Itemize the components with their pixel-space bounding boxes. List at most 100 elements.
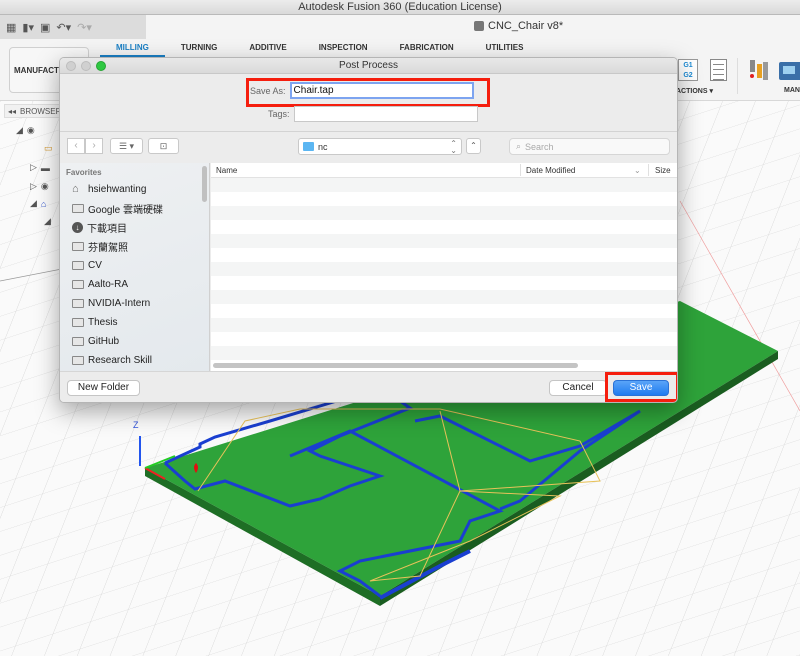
folder-icon: ▬ (40, 162, 50, 173)
close-button[interactable] (66, 61, 76, 71)
tool-library-icon[interactable] (748, 58, 770, 82)
folder-icon (72, 203, 84, 213)
sidebar-item-downloads[interactable]: ↓ 下載項目 (72, 220, 127, 235)
save-button[interactable]: Save (613, 380, 669, 396)
updown-chevron-icon: ⌃ ⌄ (450, 139, 457, 155)
sidebar-item-google-drive[interactable]: Google 雲端硬碟 (72, 201, 163, 216)
empty-row (211, 206, 677, 220)
component-icon (474, 21, 484, 31)
document-tab[interactable]: CNC_Chair v8* (474, 20, 563, 32)
machine-library-icon[interactable] (779, 62, 800, 80)
download-icon: ↓ (72, 221, 83, 233)
manage-menu[interactable]: MANAGE (784, 87, 800, 94)
sidebar-item-label: Research Skill (88, 354, 152, 366)
undo-icon[interactable]: ↶▾ (56, 21, 71, 34)
empty-row (211, 248, 677, 262)
minimize-button[interactable] (81, 61, 91, 71)
sidebar-item-label: NVIDIA-Intern (88, 297, 151, 309)
expand-icon[interactable]: ◢ (44, 216, 51, 227)
file-icon[interactable]: ▮▾ (22, 21, 34, 34)
ribbon-separator (737, 58, 738, 94)
empty-row (211, 178, 677, 192)
new-folder-icon-button[interactable]: ⊡ (148, 138, 179, 154)
view-options-button[interactable]: ☰ ▾ (110, 138, 143, 154)
sidebar-item-hsiehwanting[interactable]: ⌂ hsiehwanting (72, 182, 146, 196)
zoom-button[interactable] (96, 61, 106, 71)
document-settings-icon: ▭ (44, 143, 53, 153)
search-field[interactable]: ⌕ (509, 138, 670, 155)
forward-button[interactable]: › (85, 138, 103, 154)
sidebar-item-label: GitHub (88, 335, 120, 347)
sidebar-item-label: Aalto-RA (88, 278, 129, 290)
tab-milling[interactable]: MILLING (100, 39, 165, 57)
cancel-button[interactable]: Cancel (549, 380, 607, 396)
back-button[interactable]: ‹ (67, 138, 85, 154)
redo-icon[interactable]: ↷▾ (77, 21, 92, 34)
new-folder-button[interactable]: New Folder (67, 380, 140, 396)
sidebar-item-label: 下載項目 (87, 223, 127, 235)
sidebar-item-aalto-ra[interactable]: Aalto-RA (72, 277, 128, 291)
post-process-dialog: Post Process Save As: Tags: ‹ › ☰ ▾ ⊡ nc… (59, 57, 678, 403)
tab-additive[interactable]: ADDITIVE (233, 39, 302, 57)
home-icon: ⌂ (72, 182, 79, 195)
tree-row-root[interactable]: ◢ ◉ (16, 125, 35, 136)
tab-utilities[interactable]: UTILITIES (470, 39, 540, 57)
tab-turning[interactable]: TURNING (165, 39, 233, 57)
folder-icon (72, 279, 84, 289)
column-divider[interactable] (648, 164, 649, 176)
expand-icon[interactable]: ◢ (30, 198, 37, 209)
sidebar-item-finland-license[interactable]: 芬蘭駕照 (72, 239, 128, 254)
horizontal-scrollbar[interactable] (213, 363, 578, 368)
window-title: Autodesk Fusion 360 (Education License) (0, 0, 800, 15)
dialog-divider (60, 131, 677, 132)
save-as-row: Save As: (250, 82, 474, 99)
location-select[interactable]: nc ⌃ ⌄ (298, 138, 462, 155)
tree-row-setup[interactable]: ◢ ⌂ (30, 198, 46, 209)
save-icon[interactable]: ▣ (40, 21, 50, 34)
sidebar-item-nvidia-intern[interactable]: NVIDIA-Intern (72, 296, 150, 310)
setup-icon: ⌂ (40, 198, 47, 209)
favorites-header: Favorites (66, 168, 102, 177)
sidebar-item-research-skill[interactable]: Research Skill (72, 353, 152, 367)
sidebar-item-thesis[interactable]: Thesis (72, 315, 117, 329)
expand-collapse-button[interactable]: ⌃ (466, 138, 481, 154)
setup-sheet-icon[interactable] (710, 59, 727, 81)
empty-row (211, 192, 677, 206)
empty-row (211, 304, 677, 318)
column-size[interactable]: Size (655, 166, 671, 175)
tree-row-folder[interactable]: ▷ ▬ (30, 162, 50, 173)
back-forward-control: ‹ › (67, 138, 103, 154)
expand-icon[interactable]: ▷ (30, 181, 37, 192)
collapse-icon[interactable]: ◂◂ (8, 107, 16, 116)
sidebar-item-cv[interactable]: CV (72, 258, 102, 272)
visibility-icon[interactable]: ◉ (27, 125, 35, 136)
visibility-icon[interactable]: ◉ (41, 181, 49, 192)
quick-access-toolbar: ▦ ▮▾ ▣ ↶▾ ↷▾ (0, 15, 146, 39)
column-name[interactable]: Name (216, 166, 237, 175)
tree-row-operation[interactable]: ◢ (44, 216, 51, 227)
dialog-title: Post Process (339, 60, 398, 71)
tags-input[interactable] (293, 106, 478, 122)
folder-icon (72, 355, 84, 365)
empty-row (211, 220, 677, 234)
sidebar-scrollbar[interactable] (202, 166, 207, 202)
tab-inspection[interactable]: INSPECTION (303, 39, 384, 57)
save-as-input[interactable] (289, 82, 474, 99)
expand-icon[interactable]: ▷ (30, 162, 37, 173)
grid-menu-icon[interactable]: ▦ (6, 21, 16, 34)
empty-row (211, 262, 677, 276)
tree-row-bodies[interactable]: ▷ ◉ (30, 181, 49, 192)
document-title: CNC_Chair v8* (488, 20, 564, 32)
search-input[interactable] (525, 141, 656, 152)
file-rows (211, 178, 677, 361)
column-divider[interactable] (520, 164, 521, 176)
expand-icon[interactable]: ◢ (16, 125, 23, 136)
browser-title: BROWSER (20, 106, 62, 116)
actions-menu[interactable]: ACTIONS ▾ (676, 87, 713, 95)
sidebar-item-github[interactable]: GitHub (72, 334, 119, 348)
column-date-modified[interactable]: Date Modified (526, 166, 575, 175)
tab-fabrication[interactable]: FABRICATION (384, 39, 470, 57)
file-list[interactable]: Name Date Modified ⌄ Size (211, 163, 677, 371)
tree-row-document-settings[interactable]: ▭ (44, 143, 53, 154)
post-process-icon[interactable]: G1 G2 (678, 59, 698, 81)
